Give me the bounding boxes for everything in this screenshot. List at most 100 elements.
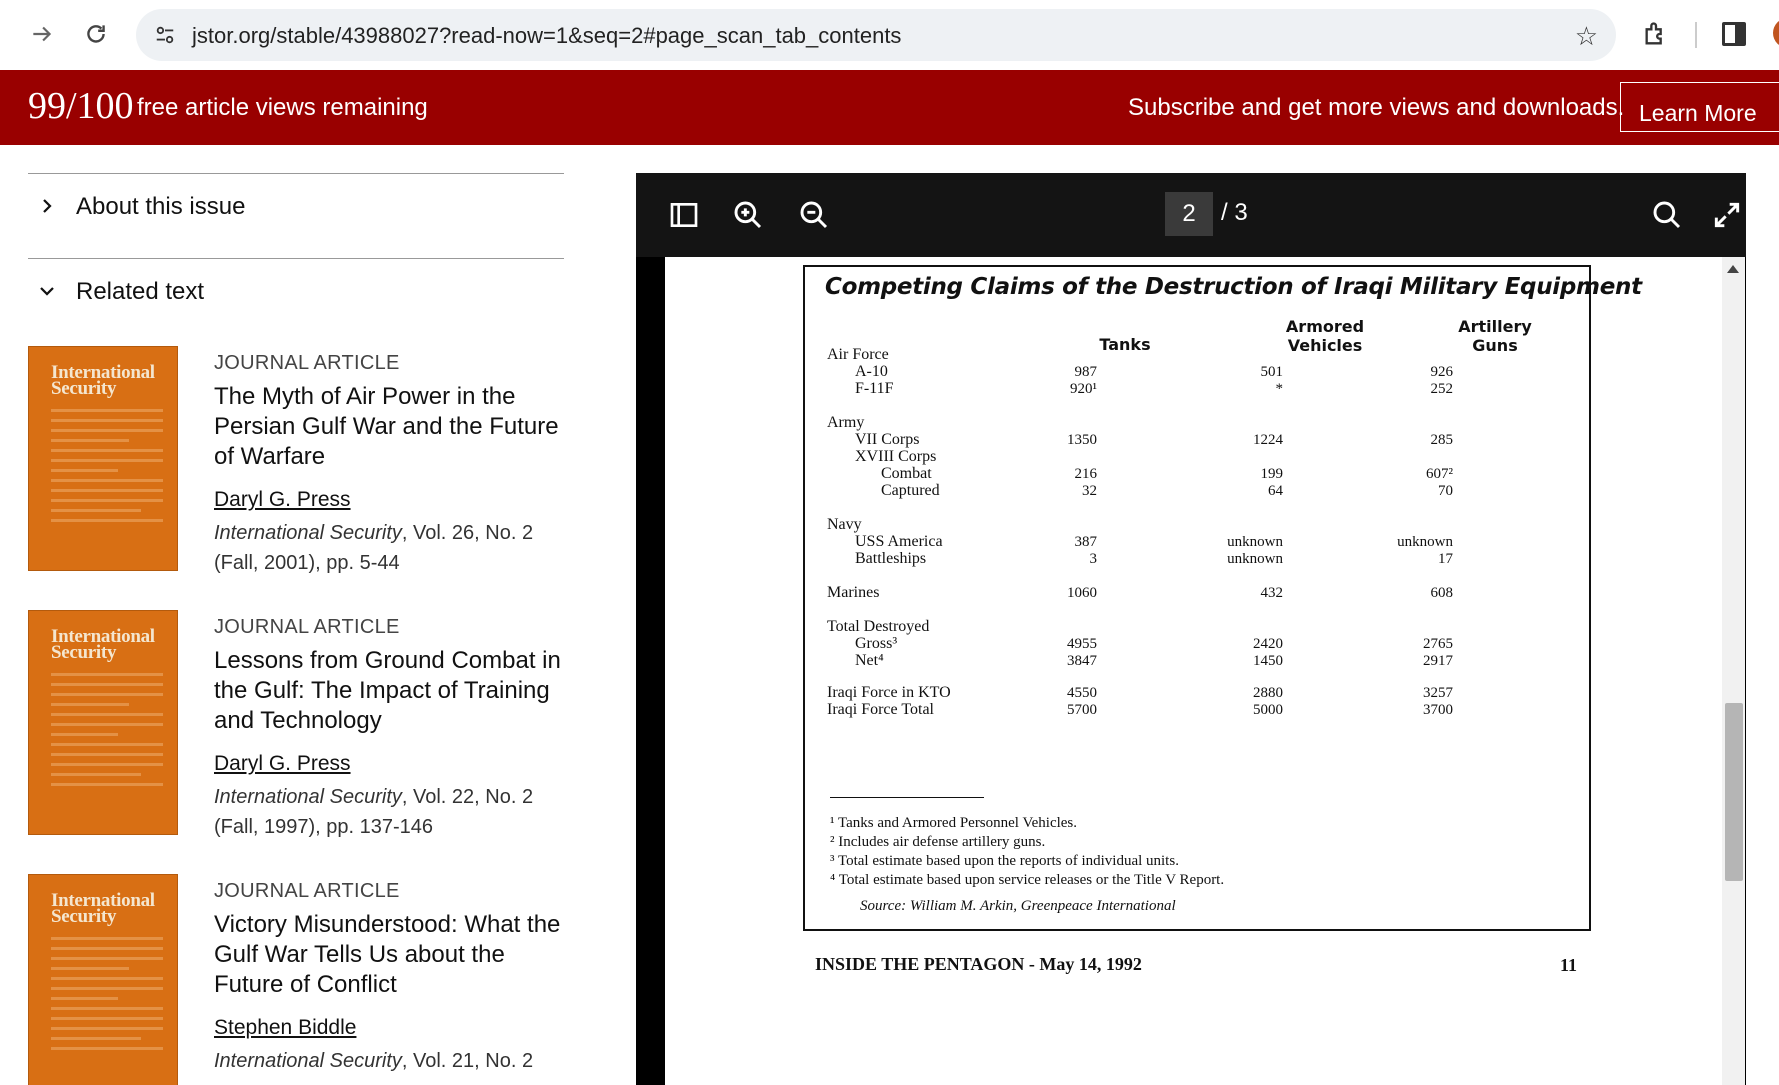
table-cell-artillery: 17 xyxy=(1438,551,1453,567)
views-label: free article views remaining xyxy=(137,94,428,121)
fullscreen-icon[interactable] xyxy=(1711,199,1743,231)
row-label: Iraqi Force Total xyxy=(827,701,934,718)
row-label: Combat xyxy=(881,465,932,482)
table-cell-tanks: 216 xyxy=(1074,466,1098,482)
reload-icon[interactable] xyxy=(76,14,116,54)
source-line: Source: William M. Arkin, Greenpeace Int… xyxy=(860,898,1176,914)
column-header-artillery: Artillery Guns xyxy=(1435,317,1555,355)
table-cell-armored: 64 xyxy=(1268,483,1283,499)
row-label: Gross³ xyxy=(855,635,898,652)
subscribe-text: Subscribe and get more views and downloa… xyxy=(1128,94,1625,121)
address-bar[interactable]: jstor.org/stable/43988027?read-now=1&seq… xyxy=(136,9,1616,61)
page-footer-title: INSIDE THE PENTAGON - May 14, 1992 xyxy=(815,954,1142,974)
scroll-thumb[interactable] xyxy=(1725,703,1743,881)
column-header-armored: Armored Vehicles xyxy=(1265,317,1385,355)
journal-name: International Security xyxy=(214,786,402,808)
scroll-up-icon[interactable] xyxy=(1727,265,1739,273)
search-icon[interactable] xyxy=(1651,199,1683,231)
table-cell-artillery: unknown xyxy=(1397,534,1453,550)
table-cell-tanks: 987 xyxy=(1074,364,1098,380)
viewer-scrollbar[interactable] xyxy=(1722,257,1745,1085)
article-type: JOURNAL ARTICLE xyxy=(214,616,400,638)
row-label: XVIII Corps xyxy=(855,448,937,465)
table-cell-tanks: 3847 xyxy=(1067,653,1097,669)
document-viewer: 2 / 3 Competing Claims of the Destructio… xyxy=(636,173,1746,1085)
footnote: ⁴ Total estimate based upon service rele… xyxy=(830,872,1225,888)
profile-avatar[interactable] xyxy=(1773,18,1779,48)
article-citation: International Security, Vol. 22, No. 2 (… xyxy=(214,782,574,842)
related-article: International Security JOURNAL ARTICLE L… xyxy=(28,610,588,860)
table-cell-tanks: 1060 xyxy=(1067,585,1097,601)
cover-title: International Security xyxy=(51,362,155,399)
table-cell-armored: unknown xyxy=(1227,534,1283,550)
forward-icon[interactable] xyxy=(22,14,62,54)
journal-name: International Security xyxy=(214,1050,402,1072)
table-cell-armored: * xyxy=(1275,381,1284,397)
row-label: Navy xyxy=(827,516,862,533)
chevron-right-icon xyxy=(43,199,52,213)
site-settings-icon[interactable] xyxy=(154,24,176,46)
article-author-link[interactable]: Daryl G. Press xyxy=(214,488,351,512)
row-label: Air Force xyxy=(827,346,889,363)
row-label: F-11F xyxy=(855,380,894,397)
table-cell-armored: 199 xyxy=(1260,466,1284,482)
about-issue-label: About this issue xyxy=(76,193,246,220)
about-issue-toggle[interactable]: About this issue xyxy=(28,175,564,235)
side-panel-icon[interactable] xyxy=(1722,22,1746,46)
cover-title: International Security xyxy=(51,890,155,927)
table-cell-artillery: 3700 xyxy=(1423,702,1453,718)
table-cell-armored: 432 xyxy=(1260,585,1284,601)
data-table: Competing Claims of the Destruction of I… xyxy=(803,265,1642,931)
related-text-toggle[interactable]: Related text xyxy=(28,260,564,320)
url-text[interactable]: jstor.org/stable/43988027?read-now=1&seq… xyxy=(192,23,901,49)
zoom-in-icon[interactable] xyxy=(732,199,764,231)
journal-cover-thumbnail[interactable]: International Security xyxy=(28,610,178,835)
table-cell-armored: 1450 xyxy=(1253,653,1283,669)
divider xyxy=(28,173,564,174)
table-cell-tanks: 5700 xyxy=(1067,702,1097,718)
table-cell-artillery: 926 xyxy=(1430,364,1454,380)
journal-cover-thumbnail[interactable]: International Security xyxy=(28,874,178,1085)
page-number-input[interactable]: 2 xyxy=(1165,192,1213,236)
article-title-link[interactable]: Victory Misunderstood: What the Gulf War… xyxy=(214,910,574,1000)
table-cell-artillery: 607² xyxy=(1426,466,1453,482)
row-label: Net⁴ xyxy=(855,652,884,669)
journal-cover-thumbnail[interactable]: International Security xyxy=(28,346,178,571)
footnote: ¹ Tanks and Armored Personnel Vehicles. xyxy=(830,815,1078,831)
zoom-out-icon[interactable] xyxy=(798,199,830,231)
table-cell-artillery: 608 xyxy=(1430,585,1454,601)
related-text-label: Related text xyxy=(76,278,205,305)
table-cell-artillery: 252 xyxy=(1430,381,1454,397)
row-label: A-10 xyxy=(855,363,888,380)
table-cell-tanks: 387 xyxy=(1074,534,1098,550)
article-author-link[interactable]: Stephen Biddle xyxy=(214,1016,356,1040)
table-cell-armored: 1224 xyxy=(1253,432,1283,448)
learn-more-button[interactable]: Learn More xyxy=(1620,82,1779,132)
article-author-link[interactable]: Daryl G. Press xyxy=(214,752,351,776)
row-label: Captured xyxy=(881,482,940,499)
table-cell-artillery: 2917 xyxy=(1423,653,1453,669)
citation-details: , Vol. 21, No. 2 xyxy=(401,1050,534,1072)
sidebar-toggle-icon[interactable] xyxy=(668,199,700,231)
row-label: Army xyxy=(827,414,865,431)
page-total: / 3 xyxy=(1221,199,1248,226)
bookmark-star-icon[interactable]: ☆ xyxy=(1575,21,1598,52)
article-type: JOURNAL ARTICLE xyxy=(214,880,400,902)
column-header-text: Vehicles xyxy=(1287,336,1363,355)
row-label: Iraqi Force in KTO xyxy=(827,684,951,701)
cover-text-lines xyxy=(51,937,163,1057)
table-cell-armored: 2880 xyxy=(1253,685,1283,701)
table-cell-armored: 501 xyxy=(1260,364,1284,380)
table-cell-tanks: 4955 xyxy=(1067,636,1097,652)
extensions-icon[interactable] xyxy=(1642,20,1670,48)
table-cell-tanks: 4550 xyxy=(1067,685,1097,701)
document-page: Competing Claims of the Destruction of I… xyxy=(665,257,1725,1085)
browser-toolbar: jstor.org/stable/43988027?read-now=1&seq… xyxy=(0,0,1779,70)
column-header-tanks: Tanks xyxy=(1099,335,1151,354)
row-label: USS America xyxy=(855,533,943,550)
views-count: 99/100 xyxy=(28,85,134,127)
footnote: ³ Total estimate based upon the reports … xyxy=(830,853,1179,869)
article-title-link[interactable]: The Myth of Air Power in the Persian Gul… xyxy=(214,382,574,472)
chevron-down-icon xyxy=(40,287,54,296)
article-title-link[interactable]: Lessons from Ground Combat in the Gulf: … xyxy=(214,646,574,736)
